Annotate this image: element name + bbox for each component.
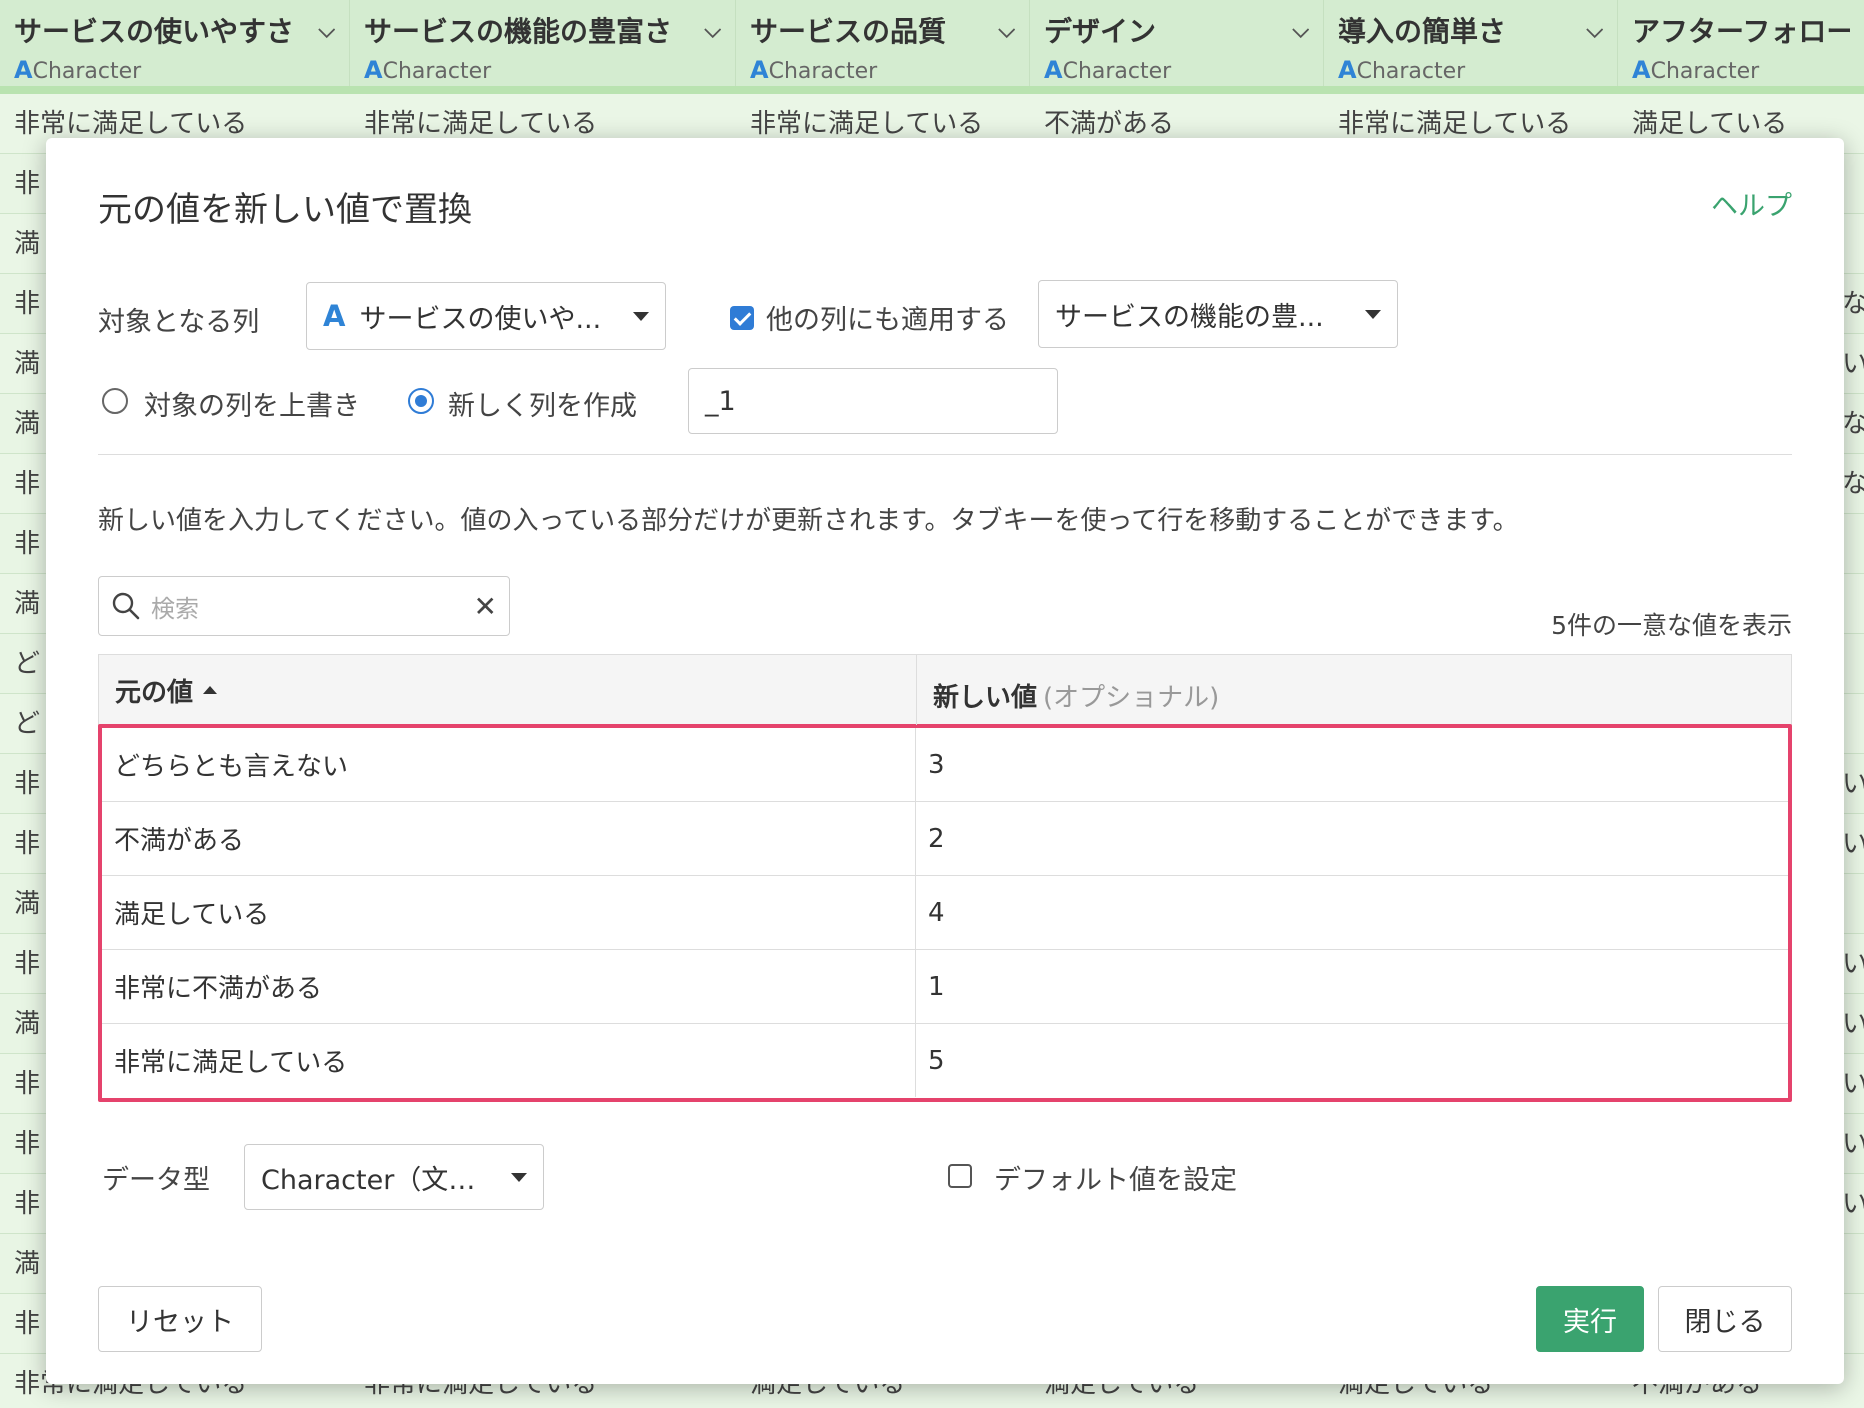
value-mapping-table: 元の値 新しい値 (オプショナル) どちらとも言えない 3 不満がある 2 満足… bbox=[98, 654, 1792, 1102]
run-button[interactable]: 実行 bbox=[1536, 1286, 1644, 1352]
column-title: サービスの機能の豊富さ bbox=[364, 15, 673, 48]
col-new-optional: (オプショナル) bbox=[1043, 682, 1220, 713]
column-header[interactable]: サービスの品質 ⌵ ACharacter bbox=[736, 0, 1030, 88]
header-divider bbox=[0, 86, 1864, 94]
column-title: 導入の簡単さ bbox=[1338, 15, 1507, 48]
column-type: Character bbox=[382, 59, 492, 84]
datatype-label: データ型 bbox=[102, 1165, 210, 1196]
search-icon bbox=[112, 592, 140, 620]
close-button[interactable]: 閉じる bbox=[1658, 1286, 1792, 1352]
character-type-icon: A bbox=[14, 56, 33, 84]
search-input[interactable]: 検索 bbox=[151, 589, 474, 624]
column-title: サービスの品質 bbox=[750, 15, 947, 48]
reset-button[interactable]: リセット bbox=[98, 1286, 262, 1352]
column-type: Character bbox=[32, 59, 142, 84]
column-header[interactable]: デザイン ⌵ ACharacter bbox=[1030, 0, 1324, 88]
original-value: どちらとも言えない bbox=[102, 728, 916, 801]
table-row: 不満がある 2 bbox=[102, 802, 1788, 876]
original-value: 非常に不満がある bbox=[102, 950, 916, 1023]
chevron-down-icon[interactable]: ⌵ bbox=[704, 18, 721, 43]
column-title: アフターフォロー bbox=[1632, 15, 1850, 48]
table-row: 満足している 4 bbox=[102, 876, 1788, 950]
chevron-down-icon[interactable]: ⌵ bbox=[998, 18, 1015, 43]
datatype-select[interactable]: Character（文字） bbox=[244, 1144, 544, 1210]
col-header-original[interactable]: 元の値 bbox=[99, 655, 917, 725]
character-type-icon: A bbox=[1338, 56, 1357, 84]
column-type: Character bbox=[1650, 59, 1760, 84]
table-header: 元の値 新しい値 (オプショナル) bbox=[98, 654, 1792, 726]
caret-down-icon bbox=[511, 1172, 527, 1182]
dialog-content: 検索 ✕ 5件の一意な値を表示 元の値 新しい値 (オプショナル) どちらとも言… bbox=[46, 138, 1844, 1384]
column-type: Character bbox=[1356, 59, 1466, 84]
original-value: 非常に満足している bbox=[102, 1024, 916, 1097]
character-type-icon: A bbox=[364, 56, 383, 84]
column-type: Character bbox=[768, 59, 878, 84]
column-header[interactable]: サービスの使いやすさ ⌵ ACharacter bbox=[0, 0, 350, 88]
column-header[interactable]: サービスの機能の豊富さ ⌵ ACharacter bbox=[350, 0, 736, 88]
unique-count-text: 5件の一意な値を表示 bbox=[1551, 611, 1792, 640]
col-original-label: 元の値 bbox=[115, 677, 194, 708]
default-value-label: デフォルト値を設定 bbox=[994, 1165, 1237, 1196]
table-row: 非常に不満がある 1 bbox=[102, 950, 1788, 1024]
column-type: Character bbox=[1062, 59, 1172, 84]
character-type-icon: A bbox=[1044, 56, 1063, 84]
clear-icon[interactable]: ✕ bbox=[474, 590, 497, 623]
col-header-new: 新しい値 (オプショナル) bbox=[917, 655, 1235, 725]
col-new-label: 新しい値 bbox=[933, 682, 1038, 713]
original-value: 不満がある bbox=[102, 802, 916, 875]
character-type-icon: A bbox=[750, 56, 769, 84]
table-row: 非常に満足している 5 bbox=[102, 1024, 1788, 1098]
search-box[interactable]: 検索 ✕ bbox=[98, 576, 510, 636]
column-title: デザイン bbox=[1044, 15, 1157, 48]
chevron-down-icon[interactable]: ⌵ bbox=[1292, 18, 1309, 43]
new-value-input[interactable]: 1 bbox=[916, 950, 1788, 1023]
new-value-input[interactable]: 2 bbox=[916, 802, 1788, 875]
sort-asc-icon bbox=[203, 686, 218, 694]
column-header[interactable]: アフターフォロー ACharacter bbox=[1618, 0, 1864, 88]
original-value: 満足している bbox=[102, 876, 916, 949]
new-value-input[interactable]: 3 bbox=[916, 728, 1788, 801]
datatype-value: Character（文字） bbox=[261, 1164, 499, 1196]
new-value-input[interactable]: 5 bbox=[916, 1024, 1788, 1097]
highlighted-rows: どちらとも言えない 3 不満がある 2 満足している 4 非常に不満がある 1 … bbox=[98, 724, 1792, 1102]
table-row: どちらとも言えない 3 bbox=[102, 728, 1788, 802]
column-header[interactable]: 導入の簡単さ ⌵ ACharacter bbox=[1324, 0, 1618, 88]
new-value-input[interactable]: 4 bbox=[916, 876, 1788, 949]
chevron-down-icon[interactable]: ⌵ bbox=[1586, 18, 1603, 43]
column-title: サービスの使いやすさ bbox=[14, 15, 295, 48]
default-value-checkbox[interactable] bbox=[948, 1164, 972, 1188]
character-type-icon: A bbox=[1632, 56, 1651, 84]
chevron-down-icon[interactable]: ⌵ bbox=[318, 18, 335, 43]
